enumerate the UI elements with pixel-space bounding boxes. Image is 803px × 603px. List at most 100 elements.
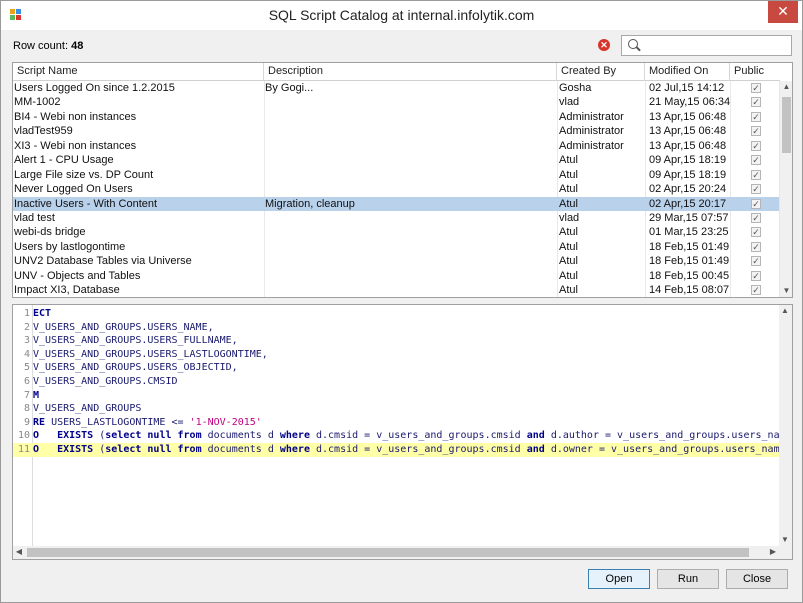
scroll-down-icon[interactable]: ▼	[779, 534, 791, 546]
public-checkbox[interactable]: ✓	[751, 155, 761, 166]
code-line[interactable]: 1 ECT	[13, 307, 780, 321]
table-row[interactable]: UNV - Objects and Tables Atul 18 Feb,15 00…	[13, 269, 780, 283]
public-checkbox[interactable]: ✓	[751, 256, 761, 267]
row-count: Row count: 48	[13, 40, 83, 52]
table-row[interactable]: Never Logged On Users Atul 02 Apr,15 20:24…	[13, 182, 780, 196]
script-name-cell: UNV2 Database Tables via Universe	[14, 255, 192, 268]
table-row[interactable]: MM-1002 vlad 21 May,15 06:34 ✓	[13, 95, 780, 109]
code-line[interactable]: 7M	[13, 389, 780, 403]
public-checkbox[interactable]: ✓	[751, 212, 761, 223]
public-checkbox[interactable]: ✓	[751, 184, 761, 195]
column-header-public[interactable]: Public	[730, 63, 780, 81]
close-button[interactable]: Close	[726, 569, 788, 589]
scroll-left-icon[interactable]: ◀	[13, 546, 25, 558]
table-row[interactable]: Users Logged On since 1.2.2015 By Gogi...…	[13, 81, 780, 95]
table-header: Script Name Description Created By Modif…	[13, 63, 780, 81]
clear-filter-icon[interactable]: ✕	[598, 39, 610, 51]
code-line[interactable]: 8 V_USERS_AND_GROUPS	[13, 402, 780, 416]
sql-script-catalog-window: SQL Script Catalog at internal.infolytik…	[0, 0, 803, 603]
code-token: O EXISTS	[33, 430, 100, 442]
created-by-cell: Administrator	[559, 125, 624, 138]
column-header-description[interactable]: Description	[264, 63, 557, 81]
code-token: d.author = v_users_and_groups.users_name	[550, 430, 792, 442]
description-cell	[264, 95, 557, 109]
code-line[interactable]: 5 V_USERS_AND_GROUPS.USERS_OBJECTID,	[13, 361, 780, 375]
code-token: M	[33, 389, 40, 401]
code-line[interactable]: 6 V_USERS_AND_GROUPS.CMSID	[13, 375, 780, 389]
code-text: O EXISTS (select null from documents d w…	[33, 443, 792, 457]
sql-code[interactable]: 1 ECT 2 V_USERS_AND_GROUPS.USERS_NAME, 3 V_US…	[13, 307, 792, 457]
code-line[interactable]: 10 O EXISTS (select null from documents d…	[13, 429, 792, 443]
modified-on-cell: 18 Feb,15 01:49	[649, 240, 730, 253]
script-name-cell: webi-ds bridge	[14, 226, 86, 239]
line-number: 7	[23, 389, 30, 401]
scroll-up-icon[interactable]: ▲	[780, 81, 792, 93]
row-count-label: Row count:	[13, 40, 69, 52]
code-line[interactable]: 9 RE USERS_LASTLOGONTIME <= '1-NOV-2015'	[13, 416, 780, 430]
code-token: and	[526, 443, 551, 455]
search-input[interactable]	[642, 37, 788, 54]
close-window-button[interactable]: ✕	[768, 1, 798, 23]
public-checkbox[interactable]: ✓	[751, 270, 761, 281]
code-text: O EXISTS (select null from documents d w…	[33, 429, 792, 443]
table-row[interactable]: Users by lastlogontime Atul 18 Feb,15 01:4…	[13, 240, 780, 254]
description-cell	[264, 269, 557, 283]
open-button[interactable]: Open	[588, 569, 650, 589]
public-checkbox[interactable]: ✓	[751, 126, 761, 137]
editor-vertical-scrollbar[interactable]: ▲ ▼	[779, 305, 792, 546]
table-row[interactable]: BI4 - Webi non instances Administrator 13 …	[13, 110, 780, 124]
public-checkbox[interactable]: ✓	[751, 227, 761, 238]
code-text: M	[33, 389, 39, 403]
table-row[interactable]: Impact XI3, Database Atul 14 Feb,15 08:07 ✓	[13, 283, 780, 297]
table-row[interactable]: UNV2 Database Tables via Universe Atul 18 …	[13, 254, 780, 268]
code-line[interactable]: 2 V_USERS_AND_GROUPS.USERS_NAME,	[13, 321, 780, 335]
line-number: 8	[23, 403, 30, 415]
line-number: 6	[23, 375, 30, 387]
line-number: 3	[23, 335, 30, 347]
scroll-down-icon[interactable]: ▼	[780, 285, 792, 297]
public-checkbox[interactable]: ✓	[751, 241, 761, 252]
table-row[interactable]: Large File size vs. DP Count Atul 09 Apr,1…	[13, 168, 780, 182]
table-row[interactable]: webi-ds bridge Atul 01 Mar,15 23:25 ✓	[13, 225, 780, 239]
scroll-right-icon[interactable]: ▶	[767, 546, 779, 558]
column-header-created-by[interactable]: Created By	[557, 63, 645, 81]
editor-horizontal-scrollbar[interactable]: ◀ ▶	[13, 546, 779, 559]
code-line[interactable]: 4 V_USERS_AND_GROUPS.USERS_LASTLOGONTIME,	[13, 348, 780, 362]
code-token: '1-NOV-2015'	[189, 416, 262, 428]
public-checkbox[interactable]: ✓	[751, 111, 761, 122]
scrollbar-thumb[interactable]	[782, 97, 791, 153]
search-icon	[628, 39, 638, 49]
scroll-up-icon[interactable]: ▲	[779, 305, 791, 317]
sql-editor[interactable]: 1 ECT 2 V_USERS_AND_GROUPS.USERS_NAME, 3 V_US…	[12, 304, 793, 560]
code-token: ECT	[33, 308, 52, 319]
search-box[interactable]	[621, 35, 792, 56]
public-checkbox[interactable]: ✓	[751, 169, 761, 180]
created-by-cell: vlad	[559, 211, 580, 224]
public-checkbox[interactable]: ✓	[751, 83, 761, 93]
public-checkbox[interactable]: ✓	[751, 97, 761, 108]
code-line[interactable]: 11 O EXISTS (select null from documents d…	[13, 442, 792, 457]
table-row[interactable]: XI3 - Webi non instances Administrator 13 …	[13, 139, 780, 153]
description-cell: By Gogi...	[265, 82, 314, 94]
table-row[interactable]: vladTest959 Administrator 13 Apr,15 06:48 ✓	[13, 124, 780, 138]
table-row[interactable]: Alert 1 - CPU Usage Atul 09 Apr,15 18:19 ✓	[13, 153, 780, 167]
code-token: select null from	[105, 443, 208, 455]
table-row[interactable]: vlad test vlad 29 Mar,15 07:57 ✓	[13, 211, 780, 225]
public-cell: ✓	[746, 81, 766, 95]
public-checkbox[interactable]: ✓	[751, 140, 761, 151]
scrollbar-thumb[interactable]	[27, 548, 749, 557]
table-row[interactable]: Inactive Users - With Content Migration, …	[13, 196, 780, 211]
code-line[interactable]: 3 V_USERS_AND_GROUPS.USERS_FULLNAME,	[13, 334, 780, 348]
code-token: O EXISTS	[33, 443, 100, 455]
column-header-script-name[interactable]: Script Name	[13, 63, 264, 81]
table-vertical-scrollbar[interactable]: ▲ ▼	[779, 81, 792, 297]
description-cell	[264, 182, 557, 196]
run-button[interactable]: Run	[657, 569, 719, 589]
public-cell: ✓	[746, 211, 766, 225]
public-checkbox[interactable]: ✓	[751, 285, 761, 296]
public-cell: ✓	[746, 269, 766, 283]
code-token: where	[279, 443, 316, 455]
column-header-modified-on[interactable]: Modified On	[645, 63, 730, 81]
public-checkbox[interactable]: ✓	[751, 198, 761, 209]
line-number: 10	[17, 430, 30, 442]
